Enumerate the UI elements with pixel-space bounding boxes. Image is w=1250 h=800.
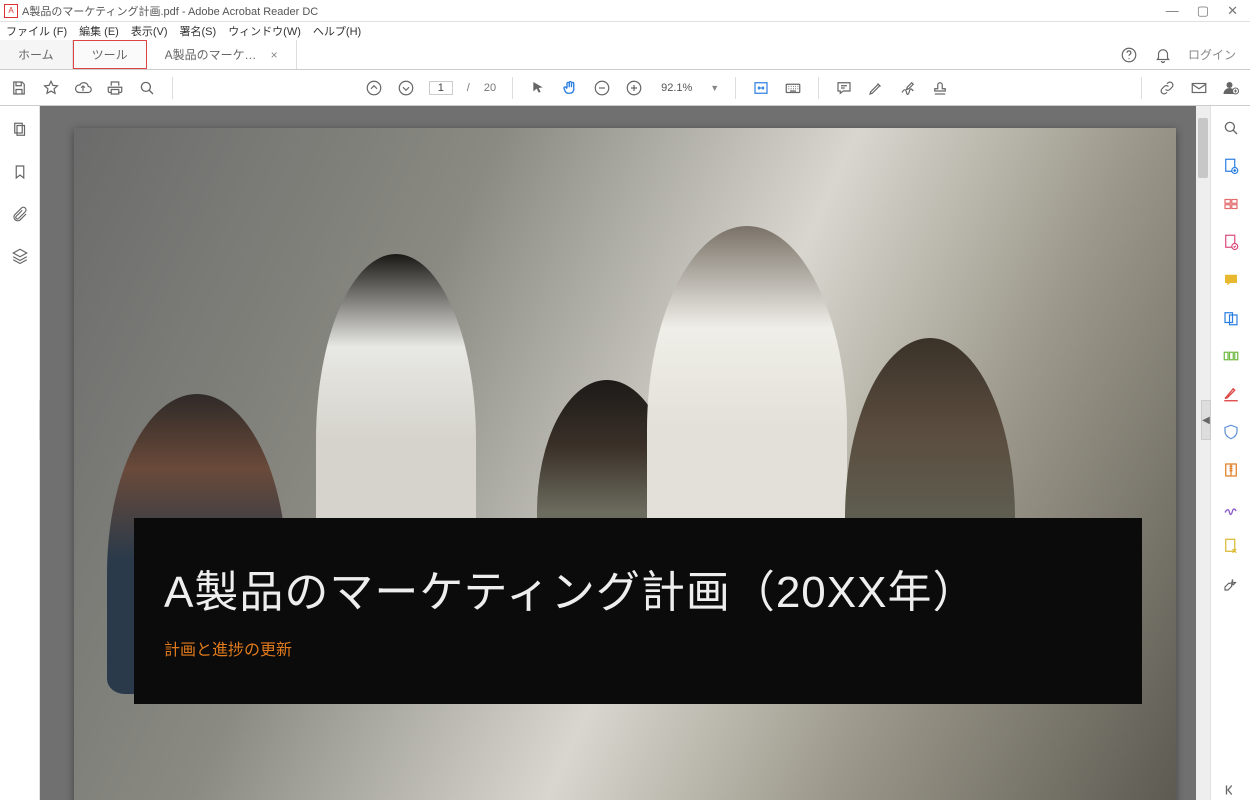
separator bbox=[512, 77, 513, 99]
vertical-scrollbar[interactable] bbox=[1196, 106, 1210, 800]
search-icon[interactable] bbox=[138, 79, 156, 97]
bell-icon[interactable] bbox=[1154, 46, 1172, 64]
window-title: A製品のマーケティング計画.pdf - Adobe Acrobat Reader… bbox=[22, 3, 1166, 19]
comment-panel-icon[interactable] bbox=[1221, 270, 1241, 290]
add-person-icon[interactable] bbox=[1222, 79, 1240, 97]
separator bbox=[1141, 77, 1142, 99]
page-separator: / bbox=[467, 82, 470, 94]
minimize-button[interactable]: — bbox=[1166, 3, 1179, 19]
fill-sign-icon[interactable] bbox=[1221, 498, 1241, 518]
fit-width-icon[interactable] bbox=[752, 79, 770, 97]
attachment-icon[interactable] bbox=[10, 204, 30, 224]
thumbnails-icon[interactable] bbox=[10, 120, 30, 140]
menu-window[interactable]: ウィンドウ(W) bbox=[228, 23, 301, 39]
tab-home-label: ホーム bbox=[18, 46, 54, 63]
collapse-right-icon[interactable]: ◀ bbox=[1201, 400, 1211, 440]
document-subtitle: 計画と進捗の更新 bbox=[164, 636, 1112, 660]
separator bbox=[172, 77, 173, 99]
page-total: 20 bbox=[484, 82, 496, 94]
separator bbox=[818, 77, 819, 99]
zoom-in-icon[interactable] bbox=[625, 79, 643, 97]
expand-panel-icon[interactable] bbox=[1221, 780, 1241, 800]
menu-bar: ファイル (F) 編集 (E) 表示(V) 署名(S) ウィンドウ(W) ヘルプ… bbox=[0, 22, 1250, 40]
protect-icon[interactable] bbox=[1221, 422, 1241, 442]
star-icon[interactable] bbox=[42, 79, 60, 97]
tab-home[interactable]: ホーム bbox=[0, 40, 73, 69]
organize-icon[interactable] bbox=[1221, 346, 1241, 366]
help-icon[interactable] bbox=[1120, 46, 1138, 64]
highlight-icon[interactable] bbox=[867, 79, 885, 97]
more-tools-icon[interactable] bbox=[1221, 574, 1241, 594]
print-icon[interactable] bbox=[106, 79, 124, 97]
login-link[interactable]: ログイン bbox=[1188, 46, 1236, 63]
save-icon[interactable] bbox=[10, 79, 28, 97]
page-number-input[interactable] bbox=[429, 81, 453, 95]
search-panel-icon[interactable] bbox=[1221, 118, 1241, 138]
page-down-icon[interactable] bbox=[397, 79, 415, 97]
selection-arrow-icon[interactable] bbox=[529, 79, 547, 97]
menu-sign[interactable]: 署名(S) bbox=[180, 23, 217, 39]
maximize-button[interactable]: ▢ bbox=[1197, 3, 1209, 19]
send-for-sign-icon[interactable] bbox=[1221, 536, 1241, 556]
keyboard-icon[interactable] bbox=[784, 79, 802, 97]
tab-tools[interactable]: ツール bbox=[73, 40, 147, 69]
edit-pdf-icon[interactable] bbox=[1221, 232, 1241, 252]
compress-icon[interactable] bbox=[1221, 460, 1241, 480]
page-up-icon[interactable] bbox=[365, 79, 383, 97]
cloud-upload-icon[interactable] bbox=[74, 79, 92, 97]
right-sidebar: ◀ bbox=[1210, 106, 1250, 800]
pdf-page: A製品のマーケティング計画（20XX年） 計画と進捗の更新 bbox=[74, 128, 1176, 800]
menu-view[interactable]: 表示(V) bbox=[131, 23, 168, 39]
bookmark-icon[interactable] bbox=[10, 162, 30, 182]
left-sidebar: ▶ bbox=[0, 106, 40, 800]
sign-icon[interactable] bbox=[899, 79, 917, 97]
hand-tool-icon[interactable] bbox=[561, 79, 579, 97]
menu-file[interactable]: ファイル (F) bbox=[6, 23, 67, 39]
comment-icon[interactable] bbox=[835, 79, 853, 97]
document-heading: A製品のマーケティング計画（20XX年） bbox=[164, 556, 1112, 620]
tab-close-icon[interactable]: × bbox=[271, 48, 278, 62]
tab-document-label: A製品のマーケティング... bbox=[165, 46, 263, 63]
title-bar: A A製品のマーケティング計画.pdf - Adobe Acrobat Read… bbox=[0, 0, 1250, 22]
tab-document[interactable]: A製品のマーケティング... × bbox=[147, 40, 297, 69]
scroll-thumb[interactable] bbox=[1198, 118, 1208, 178]
zoom-out-icon[interactable] bbox=[593, 79, 611, 97]
app-icon: A bbox=[4, 4, 18, 18]
separator bbox=[735, 77, 736, 99]
document-viewport[interactable]: A製品のマーケティング計画（20XX年） 計画と進捗の更新 bbox=[40, 106, 1210, 800]
combine-files-icon[interactable] bbox=[1221, 308, 1241, 328]
close-window-button[interactable]: ✕ bbox=[1227, 3, 1238, 19]
layers-icon[interactable] bbox=[10, 246, 30, 266]
zoom-dropdown-icon[interactable]: ▼ bbox=[710, 83, 719, 93]
email-icon[interactable] bbox=[1190, 79, 1208, 97]
toolbar: / 20 92.1% ▼ bbox=[0, 70, 1250, 106]
menu-edit[interactable]: 編集 (E) bbox=[79, 23, 119, 39]
export-pdf-icon[interactable] bbox=[1221, 156, 1241, 176]
redact-icon[interactable] bbox=[1221, 384, 1241, 404]
tab-tools-label: ツール bbox=[92, 46, 128, 63]
title-overlay: A製品のマーケティング計画（20XX年） 計画と進捗の更新 bbox=[134, 518, 1142, 704]
tab-bar: ホーム ツール A製品のマーケティング... × ログイン bbox=[0, 40, 1250, 70]
create-pdf-icon[interactable] bbox=[1221, 194, 1241, 214]
menu-help[interactable]: ヘルプ(H) bbox=[313, 23, 361, 39]
zoom-value: 92.1% bbox=[657, 82, 696, 94]
stamp-icon[interactable] bbox=[931, 79, 949, 97]
share-link-icon[interactable] bbox=[1158, 79, 1176, 97]
